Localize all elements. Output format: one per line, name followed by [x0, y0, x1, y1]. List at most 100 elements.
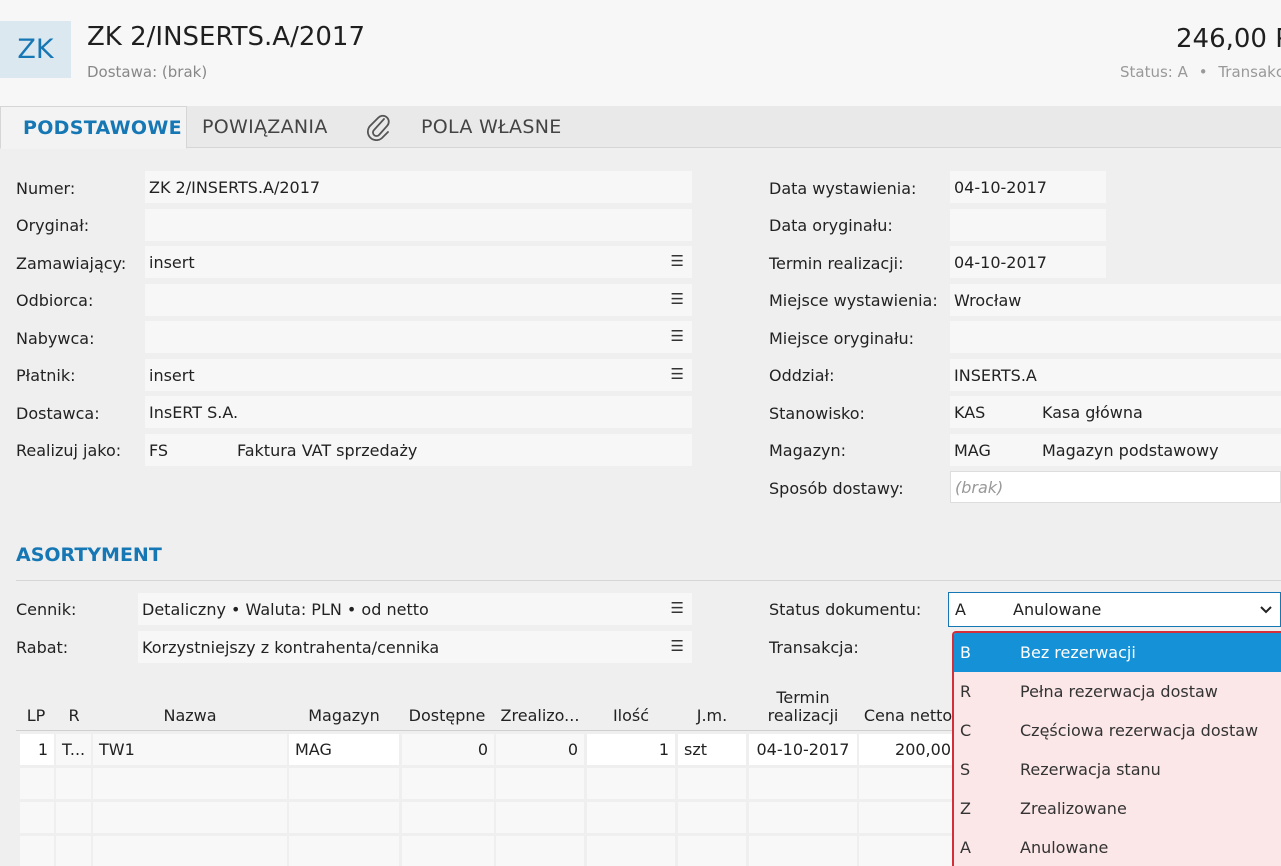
document-status-line: Status: A • Transakc: [1120, 63, 1281, 81]
oddzial-field[interactable]: INSERTS.A: [950, 359, 1281, 391]
empty-cell[interactable]: [93, 836, 287, 866]
empty-cell[interactable]: [587, 768, 675, 799]
data-oryginalu-label: Data oryginału:: [769, 216, 893, 235]
empty-cell[interactable]: [678, 802, 746, 833]
empty-cell[interactable]: [587, 802, 675, 833]
status-dokumentu-select[interactable]: A Anulowane: [948, 592, 1281, 627]
empty-cell[interactable]: [587, 836, 675, 866]
stanowisko-field[interactable]: KAS Kasa główna: [950, 396, 1281, 428]
menu-lines-icon[interactable]: ☰: [671, 599, 684, 617]
status-option-z[interactable]: Z Zrealizowane: [954, 789, 1281, 828]
dostawca-value: InsERT S.A.: [149, 402, 239, 422]
menu-lines-icon[interactable]: ☰: [671, 637, 684, 655]
document-header: ZK ZK 2/INSERTS.A/2017 Dostawa: (brak) 2…: [0, 0, 1281, 106]
empty-cell[interactable]: [20, 836, 54, 866]
cell-jm[interactable]: szt: [678, 734, 746, 765]
dostawca-field[interactable]: InsERT S.A.: [145, 396, 692, 428]
menu-lines-icon[interactable]: ☰: [671, 290, 684, 308]
menu-lines-icon[interactable]: ☰: [671, 327, 684, 345]
col-header-jm[interactable]: J.m.: [676, 680, 748, 730]
nabywca-field[interactable]: ☰: [145, 321, 692, 353]
status-option-a[interactable]: A Anulowane: [954, 828, 1281, 866]
empty-cell[interactable]: [496, 802, 584, 833]
document-title: ZK 2/INSERTS.A/2017: [87, 22, 366, 52]
cell-termin[interactable]: 04-10-2017: [749, 734, 857, 765]
empty-cell[interactable]: [496, 768, 584, 799]
empty-cell[interactable]: [289, 768, 399, 799]
cell-dostepne[interactable]: 0: [402, 734, 494, 765]
odbiorca-field[interactable]: ☰: [145, 284, 692, 316]
miejsce-wystawienia-field[interactable]: Wrocław: [950, 284, 1281, 316]
tab-powiazania[interactable]: POWIĄZANIA: [202, 106, 328, 148]
status-option-b[interactable]: B Bez rezerwacji: [954, 633, 1281, 672]
col-header-lp[interactable]: LP: [16, 680, 56, 730]
nabywca-label: Nabywca:: [16, 329, 95, 348]
data-wystawienia-field[interactable]: 04-10-2017: [950, 171, 1106, 203]
empty-cell[interactable]: [402, 836, 494, 866]
oddzial-label: Oddział:: [769, 366, 835, 385]
cell-zrealizowane[interactable]: 0: [496, 734, 584, 765]
empty-cell[interactable]: [20, 802, 54, 833]
oryginal-field[interactable]: [145, 209, 692, 241]
empty-cell[interactable]: [56, 802, 91, 833]
cell-lp[interactable]: 1: [20, 734, 54, 765]
tab-pola-wlasne[interactable]: POLA WŁASNE: [421, 106, 562, 148]
data-wystawienia-label: Data wystawienia:: [769, 179, 917, 198]
option-label: Częściowa rezerwacja dostaw: [1020, 721, 1259, 740]
empty-cell[interactable]: [289, 802, 399, 833]
cell-ilosc[interactable]: 1: [587, 734, 675, 765]
zamawiajacy-field[interactable]: insert ☰: [145, 246, 692, 278]
magazyn-field[interactable]: MAG Magazyn podstawowy: [950, 434, 1281, 466]
cell-magazyn[interactable]: MAG: [289, 734, 399, 765]
menu-lines-icon[interactable]: ☰: [671, 365, 684, 383]
col-header-r[interactable]: R: [56, 680, 92, 730]
option-label: Anulowane: [1020, 838, 1109, 857]
termin-realizacji-field[interactable]: 04-10-2017: [950, 246, 1106, 278]
cell-r[interactable]: T...: [56, 734, 91, 765]
numer-field[interactable]: ZK 2/INSERTS.A/2017: [145, 171, 692, 203]
empty-cell[interactable]: [749, 836, 857, 866]
miejsce-wystawienia-value: Wrocław: [954, 290, 1022, 310]
col-header-termin[interactable]: Termin realizacji: [748, 680, 858, 730]
empty-cell[interactable]: [749, 768, 857, 799]
col-header-nazwa[interactable]: Nazwa: [92, 680, 288, 730]
status-option-c[interactable]: C Częściowa rezerwacja dostaw: [954, 711, 1281, 750]
rabat-field[interactable]: Korzystniejszy z kontrahenta/cennika ☰: [138, 631, 692, 663]
tab-attachments[interactable]: [366, 106, 392, 148]
empty-cell[interactable]: [289, 836, 399, 866]
status-option-r[interactable]: R Pełna rezerwacja dostaw: [954, 672, 1281, 711]
option-code: B: [960, 643, 971, 662]
status-option-s[interactable]: S Rezerwacja stanu: [954, 750, 1281, 789]
col-header-dostepne[interactable]: Dostępne: [400, 680, 494, 730]
col-header-ilosc[interactable]: Ilość: [586, 680, 676, 730]
empty-cell[interactable]: [93, 802, 287, 833]
empty-cell[interactable]: [93, 768, 287, 799]
empty-cell[interactable]: [496, 836, 584, 866]
empty-cell[interactable]: [402, 768, 494, 799]
sposob-dostawy-field[interactable]: (brak): [950, 471, 1281, 503]
option-label: Pełna rezerwacja dostaw: [1020, 682, 1218, 701]
section-divider: [16, 580, 1281, 581]
status-dokumentu-label: Status dokumentu:: [769, 600, 922, 619]
col-header-magazyn[interactable]: Magazyn: [288, 680, 400, 730]
document-subtitle: Dostawa: (brak): [87, 63, 208, 81]
empty-cell[interactable]: [56, 768, 91, 799]
empty-cell[interactable]: [20, 768, 54, 799]
cell-nazwa[interactable]: TW1: [93, 734, 287, 765]
realizuj-field[interactable]: FS Faktura VAT sprzedaży: [145, 434, 692, 466]
cennik-field[interactable]: Detaliczny • Waluta: PLN • od netto ☰: [138, 593, 692, 625]
empty-cell[interactable]: [402, 802, 494, 833]
miejsce-oryginalu-field[interactable]: [950, 321, 1281, 353]
empty-cell[interactable]: [678, 768, 746, 799]
magazyn-value: Magazyn podstawowy: [1042, 440, 1219, 460]
col-header-zrealizowane[interactable]: Zrealizo...: [494, 680, 586, 730]
empty-cell[interactable]: [678, 836, 746, 866]
col-header-cena-netto[interactable]: Cena netto: [858, 680, 958, 730]
empty-cell[interactable]: [749, 802, 857, 833]
magazyn-code: MAG: [954, 440, 991, 460]
platnik-field[interactable]: insert ☰: [145, 359, 692, 391]
tab-podstawowe[interactable]: PODSTAWOWE: [0, 106, 187, 149]
data-oryginalu-field[interactable]: [950, 209, 1106, 241]
empty-cell[interactable]: [56, 836, 91, 866]
menu-lines-icon[interactable]: ☰: [671, 252, 684, 270]
